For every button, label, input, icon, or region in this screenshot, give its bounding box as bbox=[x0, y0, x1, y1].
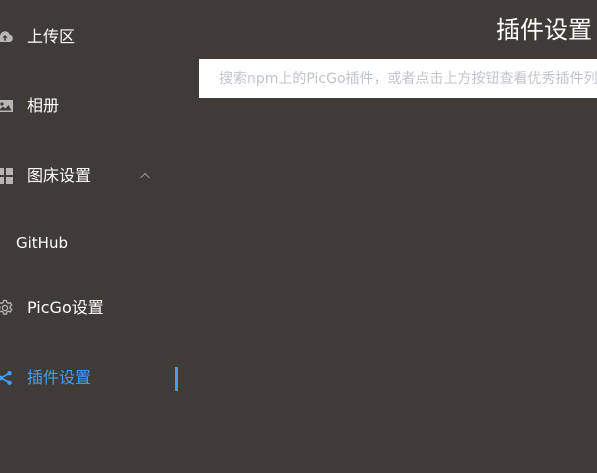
share-icon bbox=[0, 371, 12, 385]
sidebar-item-picbed-settings[interactable]: 图床设置 bbox=[0, 156, 190, 196]
sidebar-item-gallery[interactable]: 相册 bbox=[0, 86, 190, 126]
sidebar: 上传区 相册 图床设置 GitHub PicGo设置 插件设置 bbox=[0, 0, 190, 473]
chevron-up-icon[interactable] bbox=[139, 170, 151, 182]
picture-icon bbox=[0, 100, 13, 112]
sidebar-item-picgo-settings[interactable]: PicGo设置 bbox=[0, 288, 190, 328]
page-title: 插件设置 bbox=[496, 16, 592, 44]
sidebar-item-label: 图床设置 bbox=[27, 166, 92, 185]
sidebar-subitem-github[interactable]: GitHub bbox=[0, 222, 190, 262]
sidebar-item-upload[interactable]: 上传区 bbox=[0, 17, 190, 57]
sidebar-item-label: 上传区 bbox=[27, 27, 76, 46]
grid-icon bbox=[0, 168, 13, 184]
sidebar-item-label: 相册 bbox=[27, 96, 60, 115]
sidebar-item-plugin-settings[interactable]: 插件设置 bbox=[0, 358, 190, 398]
plugin-search-input[interactable] bbox=[199, 59, 597, 98]
sidebar-subitem-label: GitHub bbox=[16, 234, 68, 252]
sidebar-item-label: PicGo设置 bbox=[27, 298, 104, 317]
active-indicator bbox=[175, 367, 178, 391]
cloud-upload-icon bbox=[0, 31, 13, 42]
app-window: 上传区 相册 图床设置 GitHub PicGo设置 插件设置 插件设置 搜索n… bbox=[0, 0, 597, 473]
gear-icon bbox=[0, 299, 13, 315]
sidebar-item-label: 插件设置 bbox=[27, 368, 92, 387]
